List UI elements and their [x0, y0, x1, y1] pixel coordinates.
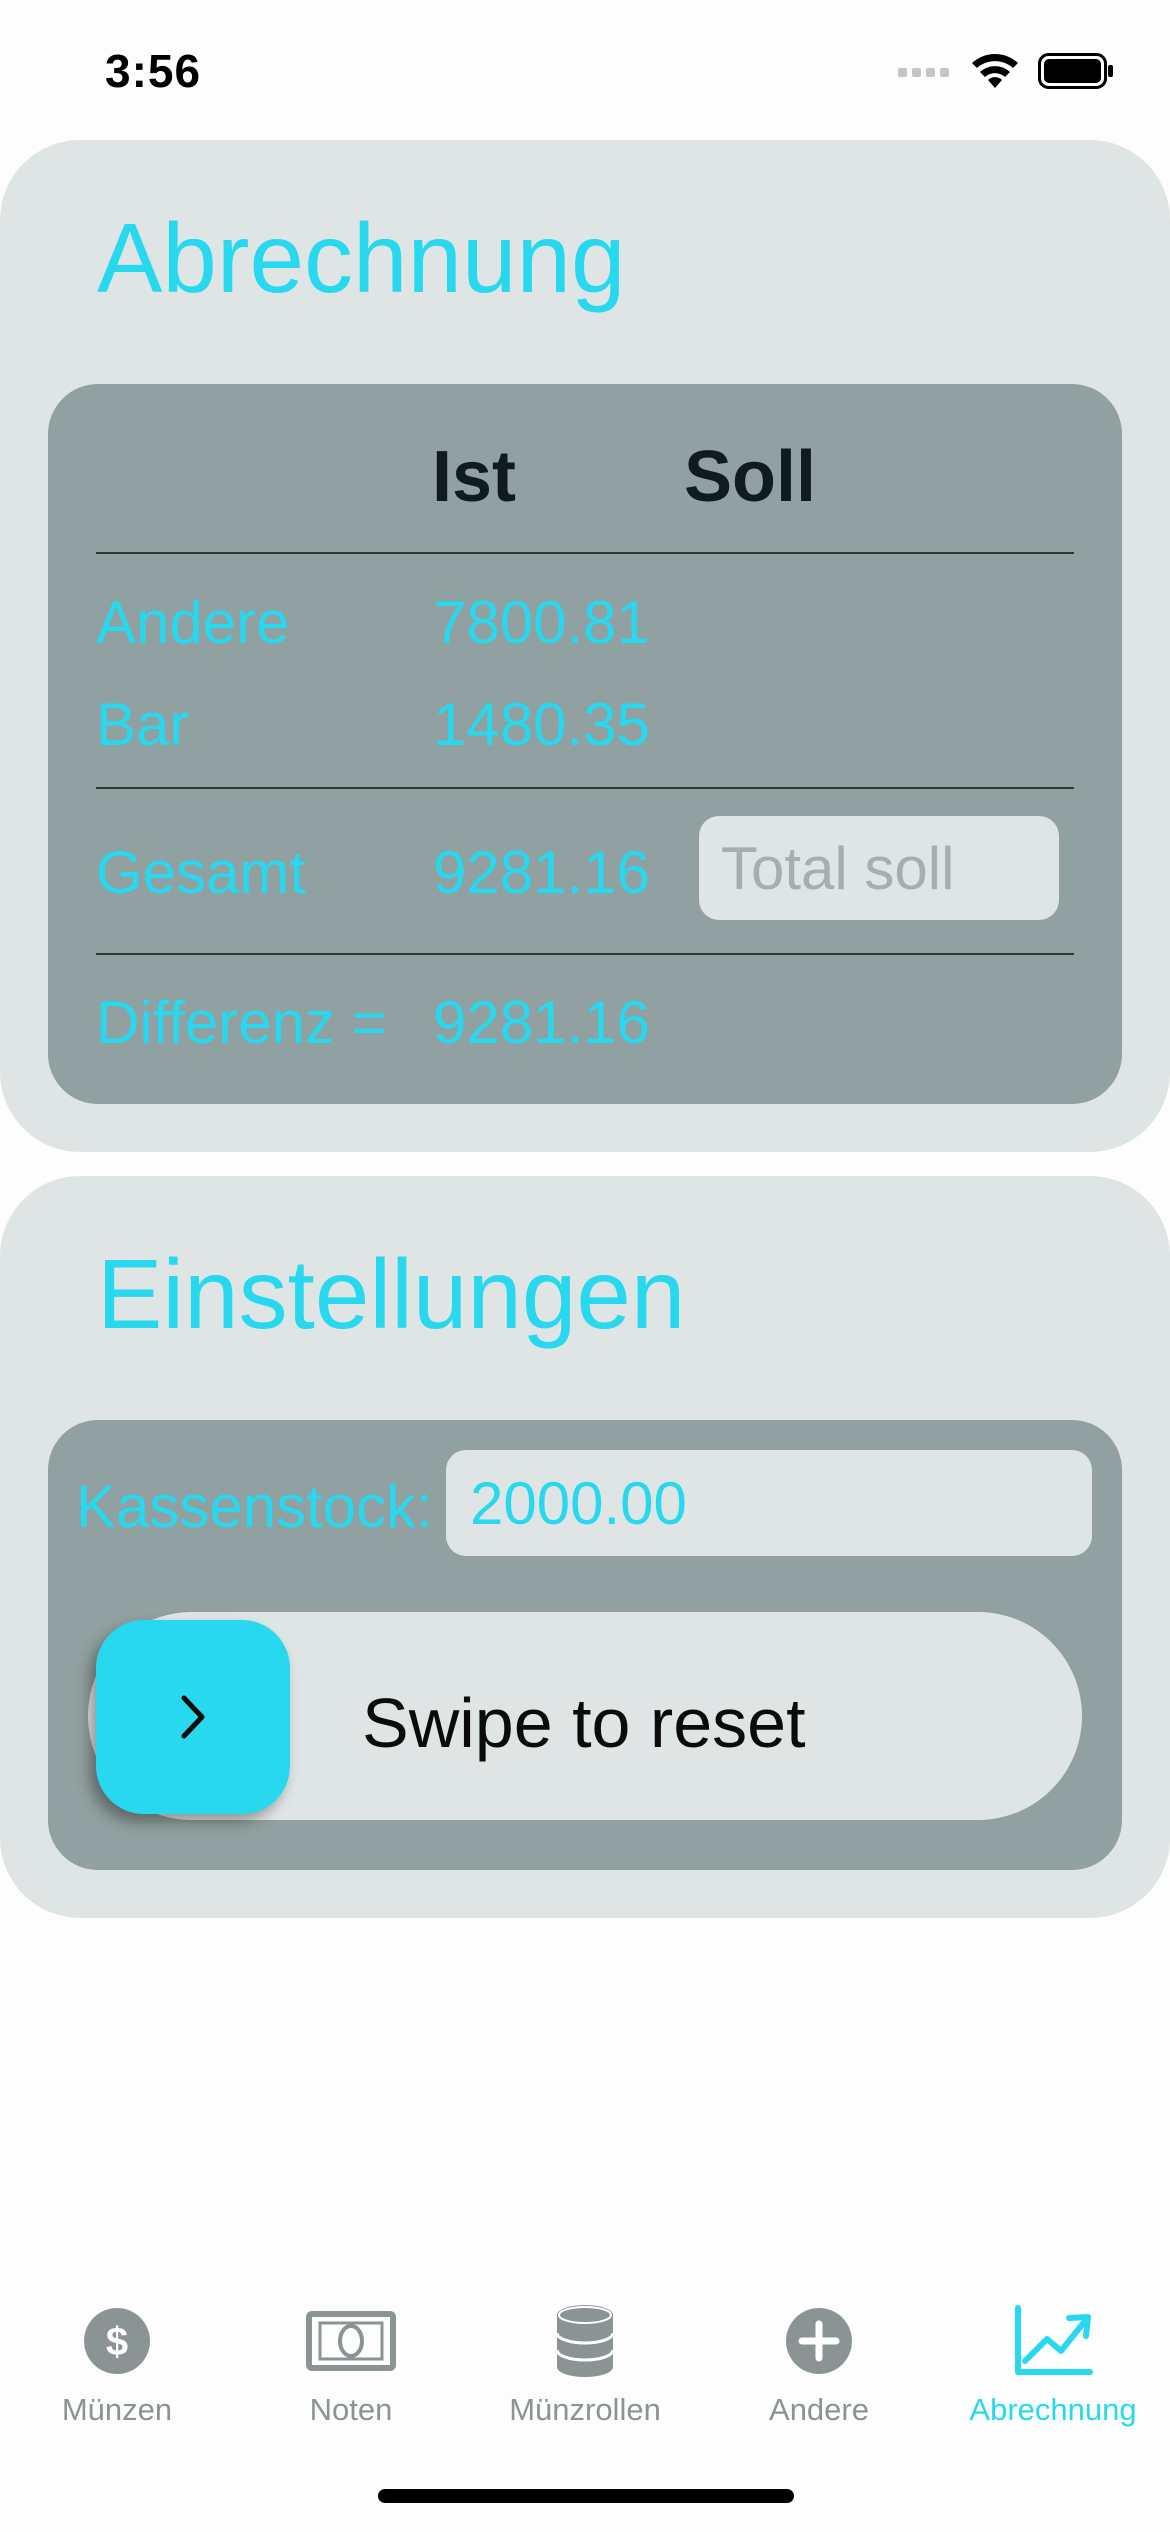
status-icons	[898, 52, 1114, 90]
swipe-handle[interactable]	[96, 1620, 290, 1814]
gesamt-value: 9281.16	[433, 839, 650, 906]
gesamt-divider	[96, 953, 1074, 955]
kassenstock-label: Kassenstock:	[76, 1473, 433, 1540]
total-soll-input[interactable]	[699, 816, 1059, 920]
home-indicator	[378, 2489, 794, 2503]
abrechnung-title: Abrechnung	[97, 203, 626, 313]
tab-label-noten: Noten	[309, 2392, 393, 2427]
tab-abrechnung[interactable]: Abrechnung	[936, 2300, 1170, 2428]
chart-up-icon	[1013, 2300, 1093, 2382]
einstellungen-panel: Kassenstock: Swipe to reset	[48, 1420, 1122, 1870]
banknote-icon	[306, 2300, 396, 2382]
status-bar: 3:56	[0, 0, 1170, 140]
differenz-label: Differenz =	[96, 989, 387, 1056]
tab-noten[interactable]: Noten	[234, 2300, 468, 2428]
status-time: 3:56	[105, 45, 202, 97]
tab-muenzrollen[interactable]: Münzrollen	[468, 2300, 702, 2428]
abrechnung-card: Abrechnung Ist Soll Andere 7800.81 Bar 1…	[0, 140, 1170, 1152]
column-header-ist: Ist	[432, 437, 517, 517]
header-divider	[96, 552, 1074, 554]
rows-divider	[96, 787, 1074, 789]
tab-label-andere: Andere	[769, 2392, 869, 2427]
swipe-to-reset-label: Swipe to reset	[362, 1684, 806, 1762]
tab-label-abrechnung: Abrechnung	[969, 2392, 1137, 2427]
cellular-signal-icon	[898, 68, 949, 77]
differenz-value: 9281.16	[433, 989, 650, 1056]
chevron-right-icon	[181, 1695, 205, 1739]
plus-circle-icon	[784, 2300, 854, 2382]
einstellungen-card: Einstellungen Kassenstock: Swipe to rese…	[0, 1176, 1170, 1918]
column-header-soll: Soll	[684, 437, 817, 517]
abrechnung-panel: Ist Soll Andere 7800.81 Bar 1480.35 Gesa…	[48, 384, 1122, 1104]
tab-muenzen[interactable]: $ Münzen	[0, 2300, 234, 2428]
dollar-coin-icon: $	[82, 2300, 152, 2382]
wifi-icon	[972, 54, 1018, 88]
row-label-andere: Andere	[96, 589, 290, 656]
battery-icon	[1038, 53, 1113, 89]
gesamt-label: Gesamt	[96, 839, 307, 906]
row-label-bar: Bar	[96, 691, 190, 758]
tab-label-muenzrollen: Münzrollen	[509, 2392, 661, 2427]
row-value-bar: 1480.35	[433, 691, 650, 758]
kassenstock-input[interactable]	[446, 1450, 1092, 1556]
svg-text:$: $	[106, 2320, 128, 2364]
tab-label-muenzen: Münzen	[61, 2392, 173, 2427]
coin-stack-icon	[553, 2300, 617, 2382]
tab-andere[interactable]: Andere	[702, 2300, 936, 2428]
einstellungen-title: Einstellungen	[97, 1239, 686, 1349]
row-value-andere: 7800.81	[433, 589, 650, 656]
